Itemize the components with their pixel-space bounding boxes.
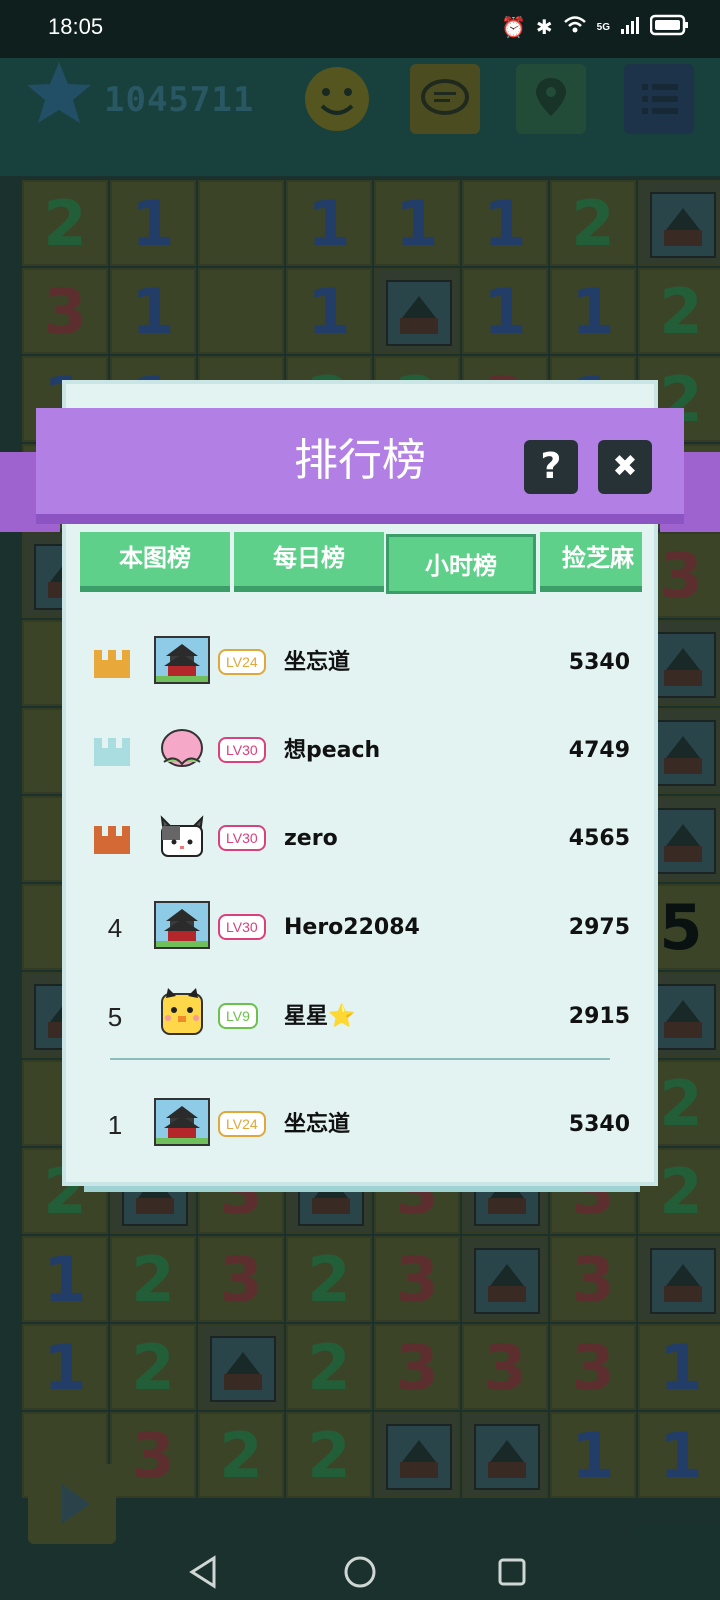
rank-number: 1	[107, 1110, 123, 1140]
chick-avatar[interactable]	[154, 984, 210, 1040]
recents-button[interactable]	[494, 1554, 530, 1594]
tab-map[interactable]: 本图榜	[80, 532, 230, 586]
rank-number: 5	[107, 1002, 123, 1032]
level-badge: LV30	[218, 825, 266, 851]
dialog-header: 排行榜 ? ✖	[36, 408, 684, 514]
home-button[interactable]	[342, 1554, 378, 1594]
list-divider	[110, 1058, 610, 1060]
temple-avatar[interactable]	[154, 1098, 210, 1146]
player-score: 5340	[568, 650, 630, 675]
temple-avatar[interactable]	[154, 636, 210, 684]
dialog-title: 排行榜	[294, 435, 426, 486]
leaderboard-tabs: 本图榜 每日榜 小时榜 捡芝麻	[80, 532, 642, 594]
signal-icon	[620, 15, 640, 39]
player-score: 4749	[568, 738, 630, 763]
player-score: 2975	[568, 915, 630, 940]
player-score: 2915	[568, 1004, 630, 1029]
peach-avatar[interactable]	[154, 724, 210, 772]
clock: 18:05	[48, 14, 104, 39]
leaderboard-row[interactable]: LV30 想peach 4749	[90, 716, 630, 786]
gold-crown-icon	[92, 646, 132, 680]
level-badge: LV30	[218, 737, 266, 763]
player-name: 坐忘道	[284, 1112, 351, 1137]
leaderboard-row[interactable]: LV24 坐忘道 5340	[90, 628, 630, 698]
level-badge: LV24	[218, 649, 266, 675]
player-score: 4565	[568, 826, 630, 851]
level-badge: LV24	[218, 1111, 266, 1137]
leaderboard-row[interactable]: 4 LV30 Hero22084 2975	[90, 893, 630, 963]
leaderboard-row[interactable]: 5 LV9 星星⭐ 2915	[90, 982, 630, 1052]
self-rank-entry[interactable]: 1 LV24 坐忘道 5340	[90, 1090, 630, 1160]
wifi-icon	[563, 15, 587, 39]
signal-label: 5G	[596, 21, 610, 33]
player-name: Hero22084	[284, 915, 420, 940]
temple-avatar[interactable]	[154, 901, 210, 949]
cat-avatar[interactable]	[154, 812, 210, 860]
bronze-crown-icon	[92, 822, 132, 856]
bluetooth-icon: ✱	[535, 15, 553, 39]
player-score: 5340	[568, 1112, 630, 1137]
close-button[interactable]: ✖	[598, 440, 652, 494]
tab-daily[interactable]: 每日榜	[234, 532, 384, 586]
player-name: 星星⭐	[284, 1004, 356, 1029]
player-name: 想peach	[284, 738, 381, 763]
player-name: 坐忘道	[284, 650, 351, 675]
back-button[interactable]	[186, 1554, 222, 1594]
level-badge: LV30	[218, 914, 266, 940]
leaderboard-row[interactable]: LV30 zero 4565	[90, 804, 630, 874]
status-icons: ⏰ ✱ 5G	[501, 14, 690, 40]
alarm-icon: ⏰	[500, 15, 526, 39]
battery-icon	[649, 14, 690, 40]
tab-hourly[interactable]: 小时榜	[386, 534, 536, 594]
system-nav-bar	[0, 1548, 720, 1600]
status-bar: 18:05 ⏰ ✱ 5G	[0, 0, 720, 58]
help-button[interactable]: ?	[524, 440, 578, 494]
level-badge: LV9	[218, 1003, 258, 1029]
player-name: zero	[284, 826, 338, 851]
silver-crown-icon	[92, 734, 132, 768]
rank-number: 4	[107, 913, 123, 943]
tab-sesame[interactable]: 捡芝麻	[540, 532, 642, 586]
